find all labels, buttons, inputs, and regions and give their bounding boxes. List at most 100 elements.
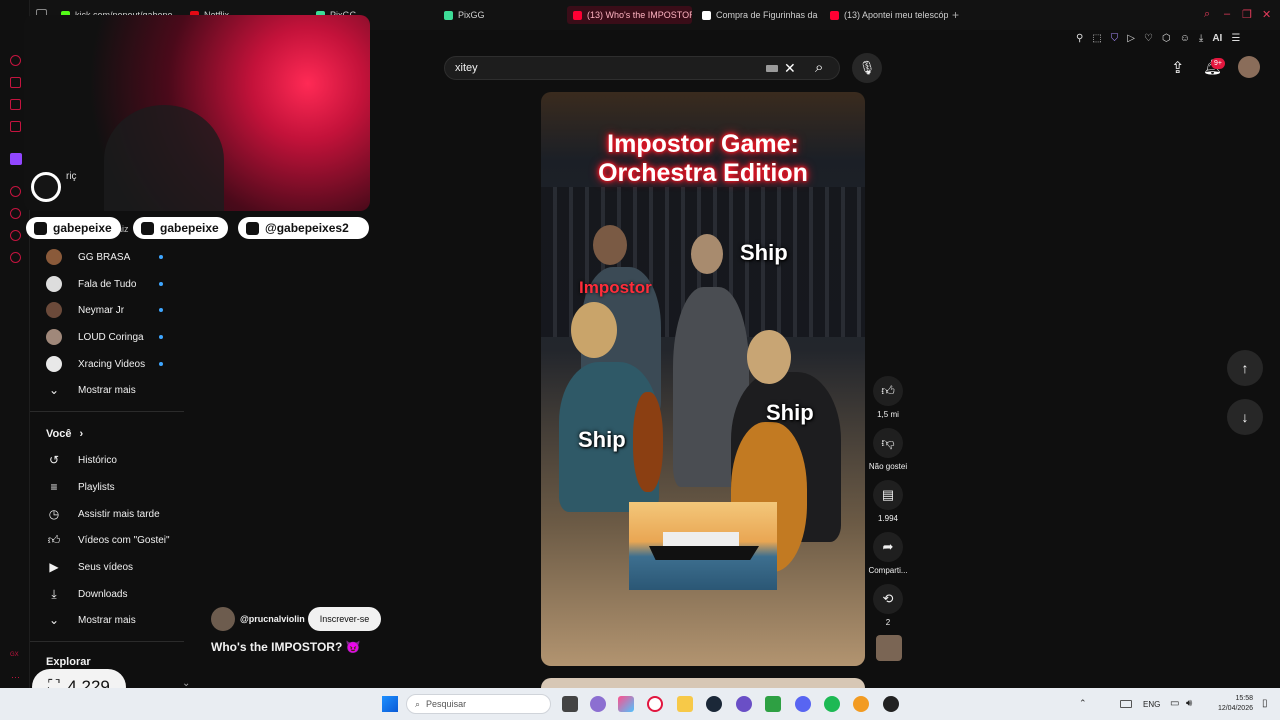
sidebar-item-fala-de-tudo[interactable]: Fala de Tudo bbox=[46, 274, 136, 294]
sidebar-item-liked-videos[interactable]: 👍︎ Vídeos com "Gostei" bbox=[46, 530, 170, 550]
search-input[interactable]: xitey ✕ ⌕ bbox=[444, 56, 840, 80]
opera-gx-icon[interactable] bbox=[647, 696, 663, 712]
previous-short-button[interactable]: ↑ bbox=[1227, 350, 1263, 386]
sidebar-icon-1[interactable] bbox=[10, 55, 21, 66]
share-icon: ➦ bbox=[873, 532, 903, 562]
sidebar-item-loud-coringa[interactable]: LOUD Coringa bbox=[46, 327, 144, 347]
video-title[interactable]: Who's the IMPOSTOR? 😈 bbox=[211, 640, 361, 654]
sidebar-icon-6[interactable] bbox=[10, 186, 21, 197]
app-icon[interactable] bbox=[765, 696, 781, 712]
sidebar-icon-7[interactable] bbox=[10, 208, 21, 219]
sidebar-item-downloads[interactable]: ⤓ Downloads bbox=[46, 584, 127, 604]
sidebar-item-xracing[interactable]: Xracing Videos bbox=[46, 354, 145, 374]
app-icon[interactable] bbox=[590, 696, 606, 712]
dislike-button[interactable]: 👎︎ Não gostei bbox=[868, 428, 908, 471]
clear-search-icon[interactable]: ✕ bbox=[784, 60, 796, 77]
voice-search-button[interactable]: 🎙︎ bbox=[852, 53, 882, 83]
more-icon[interactable]: ⋯ bbox=[11, 672, 20, 683]
sidebar-item-label: GG BRASA bbox=[78, 251, 131, 263]
tab-pixgg-2[interactable]: PixGG bbox=[438, 6, 558, 24]
you-section-header[interactable]: Você › bbox=[46, 428, 83, 440]
tab-impostor-video[interactable]: (13) Who's the IMPOSTOR bbox=[567, 6, 692, 24]
aria-ai-button[interactable]: AI bbox=[1212, 33, 1222, 44]
task-view-icon[interactable] bbox=[562, 696, 578, 712]
tab-telescopio[interactable]: (13) Apontei meu telescópi bbox=[824, 6, 948, 24]
keyboard-icon[interactable] bbox=[766, 65, 778, 72]
keyboard-icon[interactable] bbox=[1120, 700, 1132, 708]
extensions-icon[interactable]: ⬡ bbox=[1162, 33, 1171, 44]
live-dot bbox=[159, 335, 163, 339]
heart-icon[interactable]: ♡ bbox=[1144, 33, 1153, 44]
microphone-icon: 🎙︎ bbox=[858, 60, 876, 75]
app-icon[interactable] bbox=[883, 696, 899, 712]
close-window-icon[interactable]: ✕ bbox=[1262, 8, 1271, 21]
sidebar-icon-8[interactable] bbox=[10, 230, 21, 241]
next-short-button[interactable]: ↓ bbox=[1227, 399, 1263, 435]
app-icon[interactable] bbox=[853, 696, 869, 712]
live-dot bbox=[159, 255, 163, 259]
chevron-up-icon[interactable]: ⌃ bbox=[1079, 698, 1087, 709]
system-clock[interactable]: 15:58 12/04/2026 bbox=[1205, 694, 1253, 714]
sidebar-item-label: Fala de Tudo bbox=[78, 278, 137, 290]
pin-icon[interactable]: ⚲ bbox=[1076, 33, 1083, 44]
volume-icon[interactable]: 🔊︎ bbox=[1186, 698, 1192, 709]
app-icon[interactable] bbox=[618, 696, 634, 712]
discord-icon[interactable] bbox=[795, 696, 811, 712]
share-label: Comparti... bbox=[868, 566, 908, 575]
avatar[interactable] bbox=[1238, 56, 1260, 78]
short-video-player[interactable]: Impostor Game: Orchestra Edition Imposto… bbox=[541, 92, 865, 666]
sidebar-icon-2[interactable] bbox=[10, 77, 21, 88]
spotify-icon[interactable] bbox=[824, 696, 840, 712]
steam-icon[interactable] bbox=[706, 696, 722, 712]
live-dot bbox=[159, 282, 163, 286]
tab-figurinhas[interactable]: Compra de Figurinhas da bbox=[696, 6, 818, 24]
shield-icon[interactable]: ⛉ bbox=[1111, 33, 1119, 44]
sidebar-item-label: Histórico bbox=[78, 454, 117, 466]
sidebar-item-watch-later[interactable]: ◷ Assistir mais tarde bbox=[46, 504, 160, 524]
taskbar-search-input[interactable]: ⌕ Pesquisar bbox=[406, 694, 551, 714]
twitch-icon[interactable] bbox=[10, 153, 22, 165]
search-tabs-icon[interactable]: ⌕ bbox=[1204, 8, 1210, 21]
windows-start-icon[interactable] bbox=[382, 696, 398, 712]
thumbs-up-icon: 👍︎ bbox=[47, 532, 61, 547]
ship-label: Ship bbox=[766, 400, 814, 425]
sidebar-icon-3[interactable] bbox=[10, 99, 21, 110]
language-indicator[interactable]: ENG bbox=[1143, 700, 1160, 709]
menu-icon[interactable]: ☰ bbox=[1231, 33, 1240, 44]
sound-thumbnail[interactable] bbox=[876, 635, 902, 661]
restore-icon[interactable]: ❐ bbox=[1242, 8, 1252, 21]
like-button[interactable]: 👍︎ 1,5 mi bbox=[868, 376, 908, 419]
settings-icon[interactable] bbox=[10, 252, 21, 263]
snapshot-icon[interactable]: ⬚ bbox=[1092, 33, 1101, 44]
search-icon[interactable]: ⌕ bbox=[815, 59, 823, 76]
subscribe-button[interactable]: Inscrever-se bbox=[308, 607, 381, 631]
profile-icon[interactable]: ☺ bbox=[1180, 33, 1190, 44]
channel-name[interactable]: @prucnalviolin bbox=[240, 614, 305, 624]
explore-header: Explorar bbox=[46, 656, 91, 668]
app-icon[interactable] bbox=[736, 696, 752, 712]
show-more-subscriptions[interactable]: ⌄ Mostrar mais bbox=[46, 380, 136, 400]
download-icon[interactable]: ⤓ bbox=[1199, 33, 1203, 44]
sidebar-item-neymar[interactable]: Neymar Jr bbox=[46, 300, 124, 320]
comments-button[interactable]: ▤ 1.994 bbox=[868, 480, 908, 523]
share-button[interactable]: ➦ Comparti... bbox=[868, 532, 908, 575]
play-icon[interactable]: ▷ bbox=[1127, 33, 1135, 44]
new-tab-button[interactable]: + bbox=[952, 8, 959, 22]
network-icon[interactable]: ▭ bbox=[1170, 698, 1179, 709]
tab-label: Compra de Figurinhas da bbox=[716, 10, 818, 20]
sidebar-item-history[interactable]: ↺ Histórico bbox=[46, 450, 117, 470]
sidebar-icon-4[interactable] bbox=[10, 121, 21, 132]
remix-icon: ⟲ bbox=[873, 584, 903, 614]
comment-icon: ▤ bbox=[873, 480, 903, 510]
show-more-you[interactable]: ⌄ Mostrar mais bbox=[46, 610, 136, 630]
sidebar-item-your-videos[interactable]: ▶ Seus vídeos bbox=[46, 557, 133, 577]
minimize-icon[interactable]: – bbox=[1224, 8, 1230, 20]
avatar[interactable] bbox=[211, 607, 235, 631]
file-explorer-icon[interactable] bbox=[677, 696, 693, 712]
notifications-icon[interactable]: ▯ bbox=[1262, 698, 1268, 709]
musician-head bbox=[571, 302, 617, 358]
upload-icon[interactable]: ⇪ bbox=[1171, 58, 1184, 78]
sidebar-item-playlists[interactable]: ≡ Playlists bbox=[46, 477, 114, 497]
sidebar-item-gg-brasa[interactable]: GG BRASA bbox=[46, 247, 130, 267]
remix-button[interactable]: ⟲ 2 bbox=[868, 584, 908, 627]
